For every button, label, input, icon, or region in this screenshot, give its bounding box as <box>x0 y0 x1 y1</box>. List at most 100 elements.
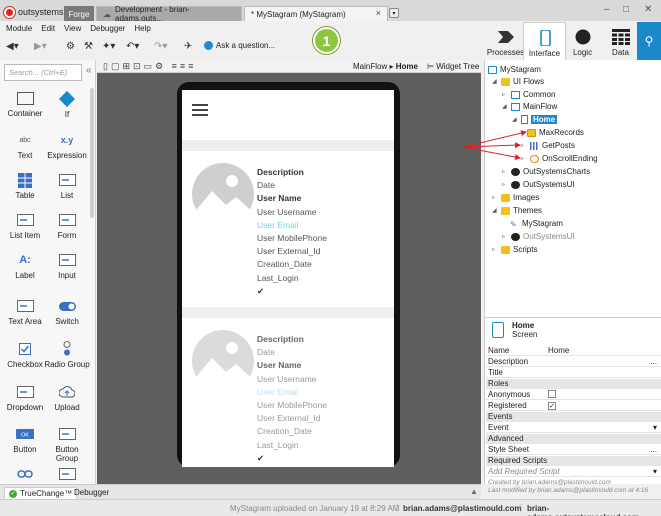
close-icon[interactable]: × <box>376 8 381 18</box>
prop-style-sheet[interactable]: Style Sheet... <box>486 445 661 455</box>
field-user-mobilephone[interactable]: User MobilePhone <box>257 399 327 412</box>
field-user-external-id[interactable]: User External_Id <box>257 412 327 425</box>
menu-view[interactable]: View <box>64 24 81 33</box>
gear-icon[interactable]: ⚙ <box>66 41 75 52</box>
hamburger-menu-icon[interactable] <box>192 104 208 116</box>
field-user-external-id[interactable]: User External_Id <box>257 245 327 258</box>
collapsed-icon[interactable]: ▹ <box>502 168 508 175</box>
field-user-name[interactable]: User Name <box>257 192 327 205</box>
prop-anonymous[interactable]: Anonymous <box>486 389 661 400</box>
field-last-login[interactable]: Last_Login <box>257 439 327 452</box>
debugger-tab[interactable]: Debugger <box>74 488 109 497</box>
tab-mystagram[interactable]: * MyStagram (MyStagram) × <box>244 6 388 21</box>
field-user-username[interactable]: User Username <box>257 373 327 386</box>
tree-item-themes[interactable]: ◢ Themes <box>492 206 542 215</box>
back-icon[interactable]: ◀▾ <box>6 41 19 52</box>
collapsed-icon[interactable]: ▹ <box>502 91 508 98</box>
prop-value[interactable]: Home <box>546 346 661 355</box>
tab-data[interactable]: Data <box>599 22 642 60</box>
tree-item-outsystemsui[interactable]: ▹ OutSystemsUI <box>502 180 575 189</box>
field-user-email[interactable]: User Email <box>257 219 327 232</box>
toolbox-search-input[interactable]: Search... (Ctrl+E) <box>4 64 82 81</box>
prop-value[interactable]: ... <box>546 357 661 366</box>
prop-name[interactable]: Name Home <box>486 346 661 356</box>
registered-checkbox[interactable]: ✓ <box>548 402 556 410</box>
tab-development[interactable]: ☁ Development - brian-adams.outs... <box>96 5 242 23</box>
tree-item-theme-mystagram[interactable]: ✎ MyStagram <box>510 219 563 229</box>
widget-text[interactable]: abc Text <box>2 133 48 161</box>
ask-question-link[interactable]: Ask a question... <box>204 41 275 50</box>
field-user-email[interactable]: User Email <box>257 386 327 399</box>
tree-item-mainflow[interactable]: ◢ MainFlow <box>502 102 557 111</box>
collapsed-icon[interactable]: ▹ <box>502 181 508 188</box>
close-window-button[interactable]: ✕ <box>644 4 652 15</box>
tree-item-images[interactable]: ▹ Images <box>492 193 539 202</box>
tab-processes[interactable]: Processes <box>484 22 527 60</box>
widget-input[interactable]: Input <box>44 253 90 280</box>
tab-interface[interactable]: Interface <box>523 22 566 61</box>
anonymous-checkbox[interactable] <box>548 389 556 398</box>
widget-upload[interactable]: Upload <box>44 385 90 412</box>
widget-list-item[interactable]: List Item <box>2 213 48 240</box>
tree-item-outsystemscharts[interactable]: ▹ OutSystemsCharts <box>502 167 590 176</box>
tree-item-module[interactable]: MyStagram <box>488 65 541 74</box>
menu-debugger[interactable]: Debugger <box>90 24 125 33</box>
status-server[interactable]: brian-adams.outsystemscloud.com <box>527 504 661 516</box>
expand-icon[interactable]: ◢ <box>492 78 498 85</box>
redo-icon[interactable]: ↷▾ <box>154 41 167 52</box>
hammer-icon[interactable]: ⚒ <box>84 41 93 52</box>
widget-if[interactable]: If <box>44 91 90 119</box>
post-card[interactable]: Description Date User Name User Username Use… <box>182 151 394 307</box>
tab-forge[interactable]: Forge <box>64 6 94 21</box>
forward-icon[interactable]: ▶▾ <box>34 41 47 52</box>
widget-checkbox[interactable]: Checkbox <box>2 342 48 369</box>
widget-button[interactable]: OK Button <box>2 427 48 454</box>
widget-popover[interactable] <box>44 467 90 485</box>
device-preview-icons[interactable]: ▯▢⊞⊡▭⚙ ≡≡≡ <box>103 61 196 72</box>
expand-icon[interactable]: ◢ <box>502 103 508 110</box>
menu-help[interactable]: Help <box>134 24 150 33</box>
outsystems-logo[interactable]: outsystems <box>4 5 64 19</box>
menu-module[interactable]: Module <box>6 24 32 33</box>
field-date[interactable]: Date <box>257 346 327 359</box>
expand-icon[interactable]: ◢ <box>492 207 498 214</box>
magic-icon[interactable]: ✦▾ <box>102 41 115 52</box>
undo-icon[interactable]: ↶▾ <box>126 41 139 52</box>
prop-description[interactable]: Description... <box>486 357 661 367</box>
add-required-script-dropdown[interactable]: Add Required Script ▾ <box>486 467 661 477</box>
status-user[interactable]: brian.adams@plastimould.com <box>403 504 522 513</box>
expand-panel-icon[interactable]: ▲ <box>470 487 478 496</box>
collapsed-icon[interactable]: ▹ <box>492 194 498 201</box>
maximize-button[interactable]: □ <box>623 4 629 15</box>
expand-icon[interactable]: ◢ <box>512 116 518 123</box>
tab-overflow-button[interactable]: ▾ <box>389 8 399 18</box>
collapse-toolbox-icon[interactable]: « <box>86 65 92 76</box>
field-description[interactable]: Description <box>257 166 327 179</box>
field-creation-date[interactable]: Creation_Date <box>257 258 327 271</box>
toolbox-scrollbar[interactable] <box>90 88 94 218</box>
collapsed-icon[interactable]: ▹ <box>502 233 508 240</box>
widget-text-area[interactable]: Text Area <box>2 299 48 326</box>
field-date[interactable]: Date <box>257 179 327 192</box>
post-card[interactable]: Description Date User Name User Username Use… <box>182 318 394 467</box>
widget-list[interactable]: List <box>44 173 90 200</box>
breadcrumb-screen[interactable]: Home <box>396 62 418 71</box>
tab-logic[interactable]: Logic <box>561 22 604 60</box>
field-user-name[interactable]: User Name <box>257 359 327 372</box>
prop-title[interactable]: Title <box>486 368 661 378</box>
prop-value[interactable]: ... <box>546 445 661 454</box>
field-description[interactable]: Description <box>257 333 327 346</box>
tree-item-theme-outsystemsui[interactable]: ▹ OutSystemsUI <box>502 232 575 241</box>
widget-button-group[interactable]: Button Group <box>44 427 90 463</box>
dropdown-icon[interactable]: ▾ <box>546 423 661 432</box>
widget-table[interactable]: Table <box>2 172 48 200</box>
tree-item-common[interactable]: ▹ Common <box>502 90 555 99</box>
field-creation-date[interactable]: Creation_Date <box>257 425 327 438</box>
prop-event[interactable]: Event ▾ <box>486 423 661 433</box>
phone-screen[interactable]: Description Date User Name User Username Use… <box>182 90 394 467</box>
dropdown-icon[interactable]: ▾ <box>653 467 661 476</box>
prop-registered[interactable]: Registered ✓ <box>486 401 661 411</box>
tree-item-scripts[interactable]: ▹ Scripts <box>492 245 537 254</box>
widget-dropdown[interactable]: Dropdown <box>2 385 48 412</box>
field-last-login[interactable]: Last_Login <box>257 272 327 285</box>
